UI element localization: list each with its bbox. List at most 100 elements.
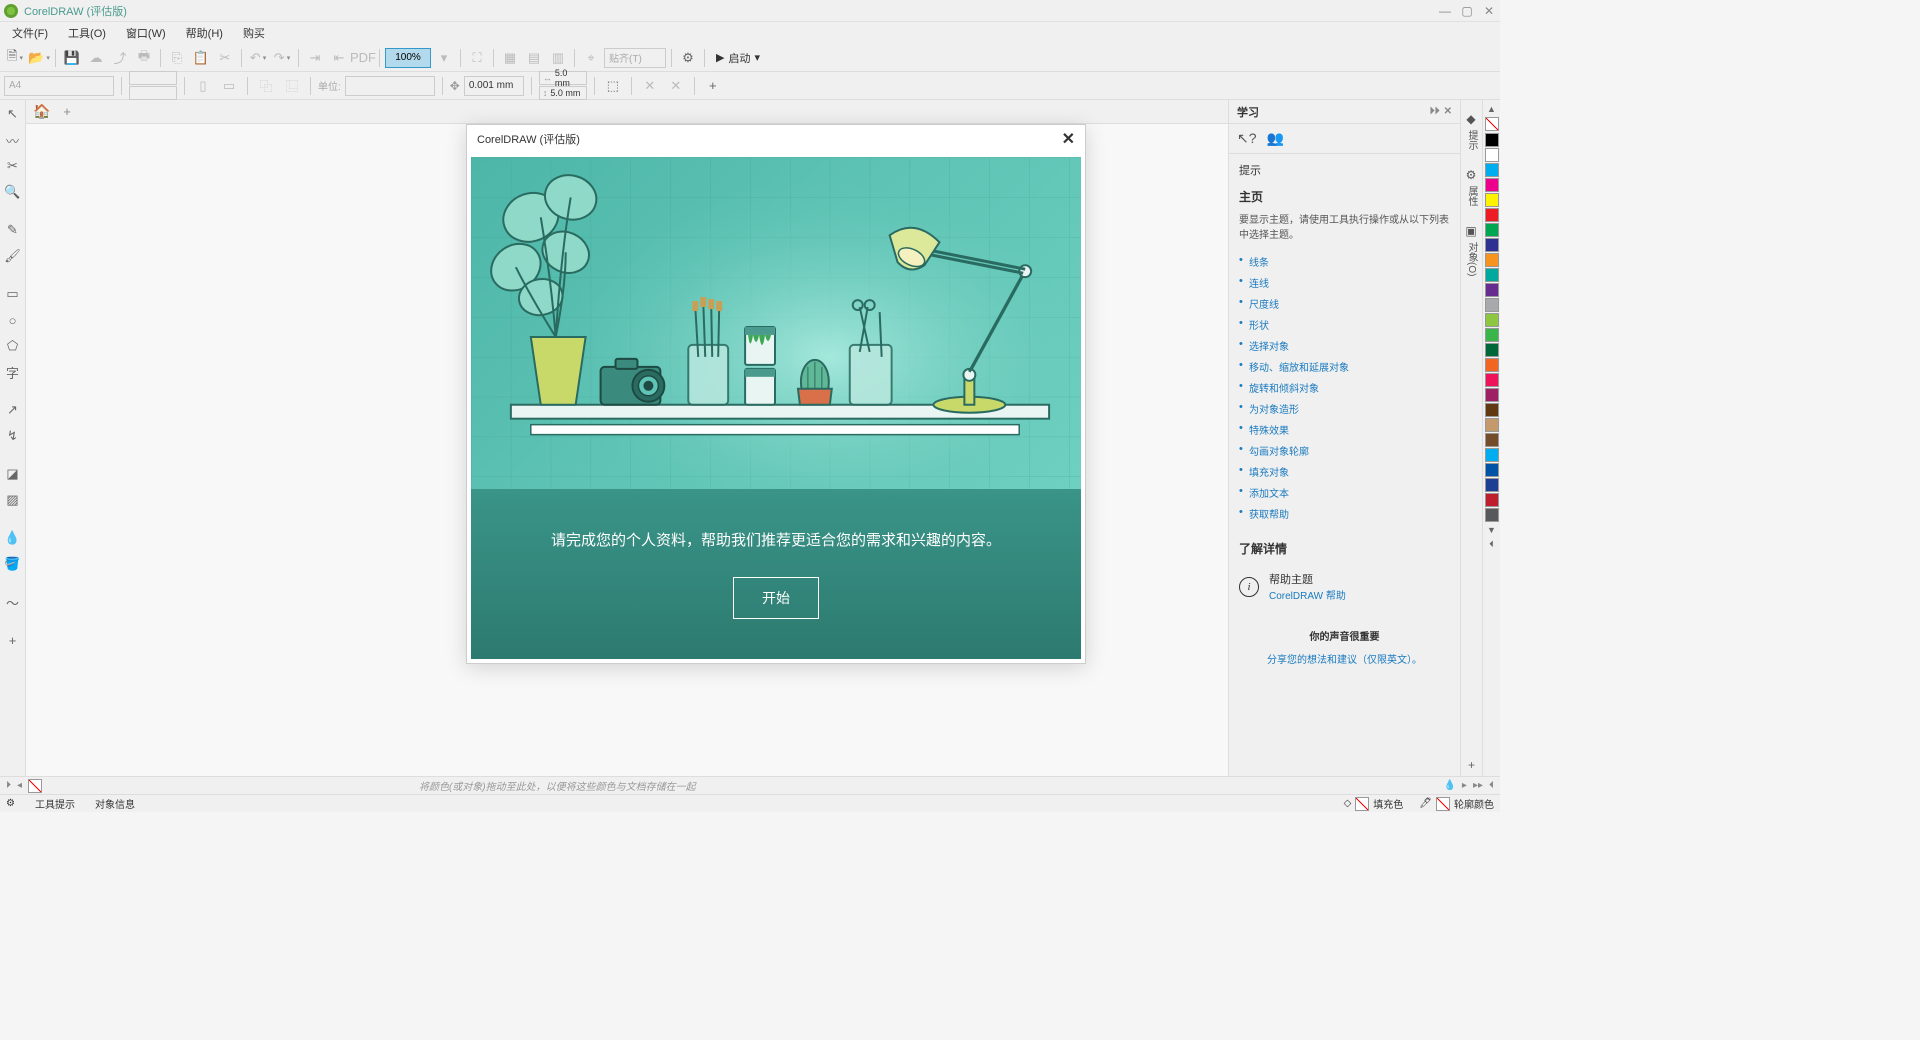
home-tab[interactable]: 🏠 bbox=[32, 102, 52, 122]
open-button[interactable]: 📂 bbox=[28, 47, 50, 69]
docpal-expand-icon[interactable]: ⏴ bbox=[1489, 780, 1494, 791]
topic-link[interactable]: 选择对象 bbox=[1249, 342, 1289, 353]
dup-x[interactable]: ↔5.0 mm bbox=[539, 71, 587, 85]
topic-link[interactable]: 获取帮助 bbox=[1249, 510, 1289, 521]
color-swatch[interactable] bbox=[1485, 403, 1499, 417]
color-swatch[interactable] bbox=[1485, 193, 1499, 207]
smear-tool[interactable]: 〜 bbox=[3, 592, 23, 612]
color-swatch[interactable] bbox=[1485, 463, 1499, 477]
color-swatch[interactable] bbox=[1485, 358, 1499, 372]
color-swatch[interactable] bbox=[1485, 223, 1499, 237]
palette-expand-icon[interactable]: ⏴ bbox=[1489, 537, 1494, 552]
topic-link[interactable]: 线条 bbox=[1249, 258, 1269, 269]
color-swatch[interactable] bbox=[1485, 283, 1499, 297]
color-swatch[interactable] bbox=[1485, 313, 1499, 327]
people-icon[interactable]: 👥 bbox=[1267, 130, 1284, 147]
docpal-menu-icon[interactable]: ⏵ bbox=[6, 780, 11, 791]
color-swatch[interactable] bbox=[1485, 178, 1499, 192]
status-gear-icon[interactable]: ⚙ bbox=[6, 798, 15, 809]
sidetab-objects[interactable]: ▣对象(O) bbox=[1462, 216, 1481, 284]
shadow-tool[interactable]: ◪ bbox=[3, 464, 23, 484]
zoom-input[interactable] bbox=[385, 48, 431, 68]
maximize-button[interactable]: ▢ bbox=[1460, 4, 1474, 18]
color-swatch[interactable] bbox=[1485, 208, 1499, 222]
color-swatch[interactable] bbox=[1485, 253, 1499, 267]
dialog-close-button[interactable]: ✕ bbox=[1062, 129, 1075, 149]
artistic-tool[interactable]: 🖌 bbox=[3, 246, 23, 266]
docpal-eyedrop-icon[interactable]: 💧 bbox=[1443, 780, 1455, 791]
color-swatch[interactable] bbox=[1485, 298, 1499, 312]
outline-indicator[interactable]: 🖊 轮廓颜色 bbox=[1419, 796, 1494, 811]
text-tool[interactable]: 字 bbox=[3, 362, 23, 382]
color-swatch[interactable] bbox=[1485, 508, 1499, 522]
docpal-left-icon[interactable]: ◂ bbox=[17, 780, 22, 791]
eyedropper-tool[interactable]: 💧 bbox=[3, 528, 23, 548]
add-tab[interactable]: + bbox=[58, 103, 76, 121]
sidetab-hints[interactable]: ◆提示 bbox=[1462, 104, 1481, 158]
collapse-icon[interactable]: ⏵⏵ bbox=[1430, 106, 1440, 117]
color-swatch[interactable] bbox=[1485, 433, 1499, 447]
bounds-button[interactable]: ⬚ bbox=[602, 75, 624, 97]
palette-up-icon[interactable]: ▲ bbox=[1487, 102, 1496, 116]
sidetab-properties[interactable]: ⚙属性 bbox=[1462, 160, 1481, 214]
options-button[interactable]: ⚙ bbox=[677, 47, 699, 69]
ellipse-tool[interactable]: ○ bbox=[3, 310, 23, 330]
feedback-link[interactable]: 分享您的想法和建议（仅限英文）。 bbox=[1267, 655, 1422, 666]
cursor-help-icon[interactable]: ↖? bbox=[1237, 130, 1257, 147]
pick-tool[interactable]: ↖ bbox=[3, 104, 23, 124]
color-swatch[interactable] bbox=[1485, 388, 1499, 402]
no-color-swatch[interactable] bbox=[1485, 117, 1499, 131]
nudge-input[interactable]: 0.001 mm bbox=[464, 76, 524, 96]
topic-link[interactable]: 填充对象 bbox=[1249, 468, 1289, 479]
topic-link[interactable]: 特殊效果 bbox=[1249, 426, 1289, 437]
new-button[interactable]: 🗎 bbox=[4, 47, 26, 69]
zoom-tool[interactable]: 🔍 bbox=[3, 182, 23, 202]
dimension-tool[interactable]: ↗ bbox=[3, 400, 23, 420]
connector-tool[interactable]: ↯ bbox=[3, 426, 23, 446]
color-swatch[interactable] bbox=[1485, 238, 1499, 252]
color-swatch[interactable] bbox=[1485, 418, 1499, 432]
topic-link[interactable]: 形状 bbox=[1249, 321, 1269, 332]
menu-buy[interactable]: 购买 bbox=[235, 23, 273, 43]
freehand-tool[interactable]: ✎ bbox=[3, 220, 23, 240]
color-swatch[interactable] bbox=[1485, 343, 1499, 357]
docpal-right2-icon[interactable]: ▸▸ bbox=[1473, 780, 1483, 791]
shape-tool[interactable]: 〰 bbox=[3, 130, 23, 150]
palette-down-icon[interactable]: ▼ bbox=[1487, 523, 1496, 537]
add-docker-button[interactable]: + bbox=[1464, 754, 1479, 776]
menu-help[interactable]: 帮助(H) bbox=[178, 23, 231, 43]
transparency-tool[interactable]: ▨ bbox=[3, 490, 23, 510]
help-link[interactable]: CorelDRAW 帮助 bbox=[1269, 591, 1346, 602]
launch-button[interactable]: ▶ 启动 ▾ bbox=[710, 50, 766, 66]
color-swatch[interactable] bbox=[1485, 328, 1499, 342]
add-tool[interactable]: + bbox=[3, 630, 23, 650]
dup-y[interactable]: ↕5.0 mm bbox=[539, 86, 587, 100]
color-swatch[interactable] bbox=[1485, 448, 1499, 462]
color-swatch[interactable] bbox=[1485, 133, 1499, 147]
topic-link[interactable]: 添加文本 bbox=[1249, 489, 1289, 500]
add-button[interactable]: + bbox=[702, 75, 724, 97]
topic-link[interactable]: 移动、缩放和延展对象 bbox=[1249, 363, 1349, 374]
color-swatch[interactable] bbox=[1485, 493, 1499, 507]
docpal-right-icon[interactable]: ▸ bbox=[1462, 780, 1467, 791]
start-button[interactable]: 开始 bbox=[733, 577, 819, 619]
close-button[interactable]: ✕ bbox=[1482, 4, 1496, 18]
color-swatch[interactable] bbox=[1485, 163, 1499, 177]
menu-tools[interactable]: 工具(O) bbox=[60, 23, 114, 43]
minimize-button[interactable]: — bbox=[1438, 4, 1452, 18]
topic-link[interactable]: 尺度线 bbox=[1249, 300, 1279, 311]
color-swatch[interactable] bbox=[1485, 478, 1499, 492]
crop-tool[interactable]: ✂ bbox=[3, 156, 23, 176]
fill-tool[interactable]: 🪣 bbox=[3, 554, 23, 574]
docpal-nocolor[interactable] bbox=[28, 779, 42, 793]
color-swatch[interactable] bbox=[1485, 148, 1499, 162]
topic-link[interactable]: 勾画对象轮廓 bbox=[1249, 447, 1309, 458]
fill-indicator[interactable]: ◇ 填充色 bbox=[1344, 796, 1404, 811]
polygon-tool[interactable]: ⬠ bbox=[3, 336, 23, 356]
color-swatch[interactable] bbox=[1485, 373, 1499, 387]
color-swatch[interactable] bbox=[1485, 268, 1499, 282]
docker-close-icon[interactable]: ✕ bbox=[1444, 106, 1452, 117]
topic-link[interactable]: 连线 bbox=[1249, 279, 1269, 290]
menu-window[interactable]: 窗口(W) bbox=[118, 23, 174, 43]
topic-link[interactable]: 为对象造形 bbox=[1249, 405, 1299, 416]
